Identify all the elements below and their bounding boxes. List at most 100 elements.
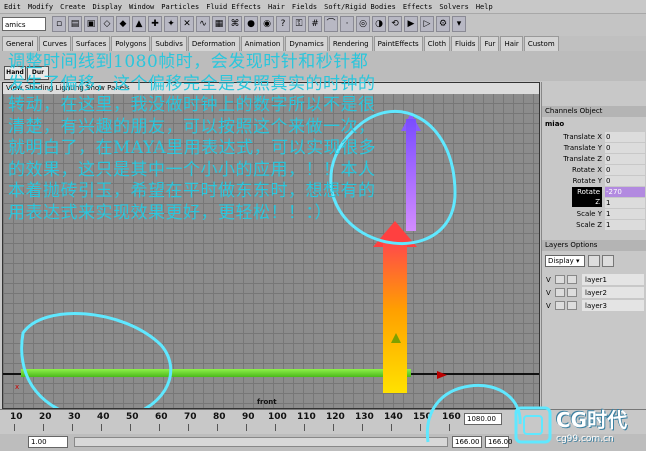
select-component-icon[interactable]: ▲ — [132, 16, 146, 32]
menu-help[interactable]: Help — [476, 3, 493, 11]
layer-row[interactable]: Vlayer2 — [542, 287, 646, 299]
channel-row[interactable]: Scale Z1 — [542, 220, 646, 230]
make-live-icon[interactable]: ◑ — [372, 16, 386, 32]
pick-handles-icon[interactable]: ✦ — [164, 16, 178, 32]
menu-fields[interactable]: Fields — [292, 3, 317, 11]
time-tick-label: 10 — [10, 412, 23, 422]
channel-row[interactable]: Scale Y1 — [542, 209, 646, 219]
time-tick-label: 120 — [326, 412, 345, 422]
layer-type-toggle[interactable] — [555, 301, 565, 310]
pick-dynamics-icon[interactable]: ● — [244, 16, 258, 32]
menu-window[interactable]: Window — [129, 3, 154, 11]
pick-rendering-icon[interactable]: ◉ — [260, 16, 274, 32]
shelf-tab-fluids[interactable]: Fluids — [451, 36, 480, 51]
layer-row[interactable]: Vlayer1 — [542, 274, 646, 286]
shelf-tab-animation[interactable]: Animation — [240, 36, 285, 51]
history-icon[interactable]: ⟲ — [388, 16, 402, 32]
time-tick-mark — [275, 424, 276, 431]
scribble-circle-timeline — [20, 311, 173, 408]
time-tick-mark — [391, 424, 392, 431]
layers-header[interactable]: Layers Options — [542, 240, 646, 251]
menu-effects[interactable]: Effects — [403, 3, 433, 11]
time-tick-mark — [304, 424, 305, 431]
menu-solvers[interactable]: Solvers — [439, 3, 469, 11]
channel-row[interactable]: Scale X1 — [542, 198, 646, 208]
menu-soft-rigid-bodies[interactable]: Soft/Rigid Bodies — [324, 3, 396, 11]
menu-edit[interactable]: Edit — [4, 3, 21, 11]
new-scene-icon[interactable]: ▫ — [52, 16, 66, 32]
channel-row[interactable]: Translate X0 — [542, 132, 646, 142]
snap-curve-icon[interactable]: ⌒ — [324, 16, 338, 32]
time-tick-mark — [362, 424, 363, 431]
shelf-tab-polygons[interactable]: Polygons — [111, 36, 151, 51]
channel-row[interactable]: Rotate X0 — [542, 165, 646, 175]
menu-set-selector[interactable]: amics — [2, 17, 46, 31]
time-tick-mark — [43, 424, 44, 431]
playback-start-field[interactable]: 1.00 — [28, 436, 68, 448]
layer-display-select[interactable]: Display ▾ — [545, 255, 585, 267]
time-tick-label: 60 — [155, 412, 168, 422]
menu-display[interactable]: Display — [92, 3, 122, 11]
open-scene-icon[interactable]: ▤ — [68, 16, 82, 32]
snap-point-icon[interactable]: · — [340, 16, 354, 32]
channel-row-selected[interactable]: Rotate Z -270 — [542, 187, 646, 207]
layer-color-swatch[interactable] — [567, 275, 577, 284]
select-hierarchy-icon[interactable]: ◇ — [100, 16, 114, 32]
render-globals-icon[interactable]: ⚙ — [436, 16, 450, 32]
shelf-tab-custom[interactable]: Custom — [523, 36, 559, 51]
time-tick-mark — [14, 424, 15, 431]
new-layer-button[interactable] — [588, 255, 600, 267]
shelf-tab-surfaces[interactable]: Surfaces — [71, 36, 111, 51]
channel-box-panel: Channels Object miao Translate X0 Transl… — [541, 82, 646, 409]
menu-particles[interactable]: Particles — [161, 3, 199, 11]
layer-color-swatch[interactable] — [567, 301, 577, 310]
menu-hair[interactable]: Hair — [268, 3, 285, 11]
shelf-tab-hair[interactable]: Hair — [500, 36, 523, 51]
channel-row[interactable]: Translate Z0 — [542, 154, 646, 164]
channel-row[interactable]: Translate Y0 — [542, 143, 646, 153]
time-tick-label: 110 — [297, 412, 316, 422]
shelf-tab-curves[interactable]: Curves — [38, 36, 71, 51]
pick-deformers-icon[interactable]: ⌘ — [228, 16, 242, 32]
time-tick-mark — [333, 424, 334, 431]
layer-type-toggle[interactable] — [555, 275, 565, 284]
save-scene-icon[interactable]: ▣ — [84, 16, 98, 32]
pick-curves-icon[interactable]: ∿ — [196, 16, 210, 32]
shelf-tab-general[interactable]: General — [2, 36, 38, 51]
time-tick-mark — [188, 424, 189, 431]
menu-modify[interactable]: Modify — [28, 3, 53, 11]
select-object-icon[interactable]: ◆ — [116, 16, 130, 32]
quick-select-icon[interactable]: ▾ — [452, 16, 466, 32]
channels-header[interactable]: Channels Object — [542, 106, 646, 117]
lock-selection-icon[interactable]: ⚿ — [292, 16, 306, 32]
shelf-tab-deformation[interactable]: Deformation — [187, 36, 240, 51]
main-menubar: Edit Modify Create Display Window Partic… — [0, 0, 646, 14]
time-tick-label: 20 — [39, 412, 52, 422]
cg-logo-url: cg99.com.cn — [556, 434, 614, 444]
menu-create[interactable]: Create — [60, 3, 85, 11]
render-icon[interactable]: ▶ — [404, 16, 418, 32]
pick-misc-icon[interactable]: ? — [276, 16, 290, 32]
layer-row[interactable]: Vlayer3 — [542, 300, 646, 312]
range-slider-bar[interactable] — [74, 437, 448, 447]
pick-mask-icon[interactable]: ✚ — [148, 16, 162, 32]
shelf-tab-dynamics[interactable]: Dynamics — [285, 36, 328, 51]
new-layer-selected-button[interactable] — [602, 255, 614, 267]
shelf-tab-subdivs[interactable]: Subdivs — [151, 36, 187, 51]
shelf-tab-cloth[interactable]: Cloth — [423, 36, 451, 51]
shelf-tab-rendering[interactable]: Rendering — [328, 36, 373, 51]
shelf-tab-fur[interactable]: Fur — [480, 36, 500, 51]
menu-fluid-effects[interactable]: Fluid Effects — [206, 3, 261, 11]
ipr-render-icon[interactable]: ▷ — [420, 16, 434, 32]
snap-view-icon[interactable]: ◎ — [356, 16, 370, 32]
shelf-tab-painteffects[interactable]: PaintEffects — [373, 36, 423, 51]
time-tick-mark — [130, 424, 131, 431]
layer-type-toggle[interactable] — [555, 288, 565, 297]
pick-surfaces-icon[interactable]: ▦ — [212, 16, 226, 32]
time-tick-label: 40 — [97, 412, 110, 422]
snap-grid-icon[interactable]: # — [308, 16, 322, 32]
pick-joints-icon[interactable]: ✕ — [180, 16, 194, 32]
layer-color-swatch[interactable] — [567, 288, 577, 297]
channel-row[interactable]: Rotate Y0 — [542, 176, 646, 186]
time-tick-label: 50 — [126, 412, 139, 422]
